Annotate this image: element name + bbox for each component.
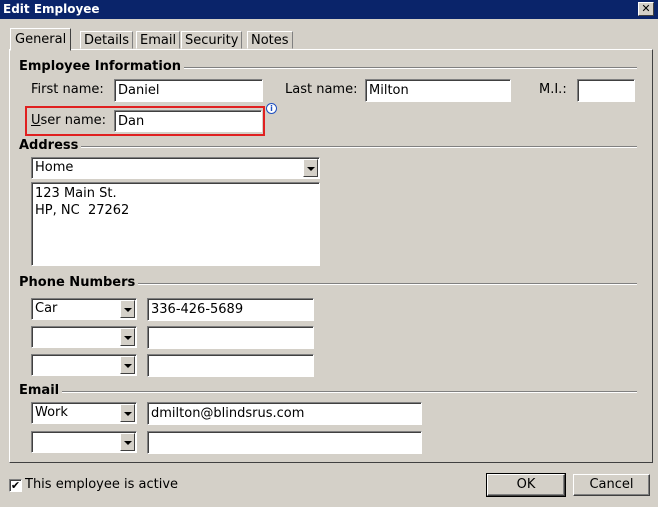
group-divider [19,146,637,148]
chevron-down-icon[interactable] [120,300,135,318]
address-type-value: Home [35,160,74,175]
last-name-label: Last name: [285,82,358,97]
checkmark-icon: ✔ [10,479,21,492]
chevron-down-icon[interactable] [120,328,135,346]
tab-details[interactable]: Details [80,31,134,49]
email-address-field-2[interactable] [147,431,422,454]
user-name-label-accesskey: U [31,113,41,128]
mi-label: M.I.: [539,82,567,97]
cancel-button[interactable]: Cancel [573,474,650,496]
user-name-field[interactable]: Dan [114,110,262,132]
address-textarea[interactable]: 123 Main St. HP, NC 27262 [31,182,320,266]
address-type-select[interactable]: Home [31,157,320,179]
mi-field[interactable] [577,79,635,102]
phone-number-field-3[interactable] [147,354,314,377]
close-icon: ✕ [641,2,651,15]
chevron-down-icon[interactable] [120,404,135,422]
phone-number-field-1[interactable]: 336-426-5689 [147,298,314,321]
user-name-label: User name: [31,113,106,128]
group-divider [19,391,637,393]
first-name-field[interactable]: Daniel [114,79,263,102]
phone-type-select-2[interactable] [31,326,137,348]
close-button[interactable]: ✕ [638,2,654,16]
title-bar: Edit Employee ✕ [0,0,658,19]
phone-type-select-1[interactable]: Car [31,298,137,320]
chevron-down-icon[interactable] [303,159,318,177]
address-heading: Address [19,138,82,153]
ok-button[interactable]: OK [486,473,566,497]
info-icon[interactable]: i [266,103,277,114]
employee-info-heading: Employee Information [19,59,185,74]
chevron-down-icon[interactable] [120,433,135,451]
last-name-field[interactable]: Milton [365,79,511,102]
tab-general[interactable]: General [10,28,72,51]
tab-email[interactable]: Email [136,31,181,49]
email-type-select-2[interactable] [31,431,137,453]
phone-type-value: Car [35,301,58,316]
active-checkbox[interactable]: ✔ [9,479,22,492]
tab-notes[interactable]: Notes [247,31,293,49]
window-title: Edit Employee [3,2,100,16]
first-name-label: First name: [31,82,104,97]
email-type-select-1[interactable]: Work [31,402,137,424]
user-name-label-text: ser name: [40,113,107,128]
phone-type-select-3[interactable] [31,354,137,376]
chevron-down-icon[interactable] [120,356,135,374]
active-label: This employee is active [25,477,179,492]
email-type-value: Work [35,405,68,420]
email-address-field-1[interactable]: dmilton@blindsrus.com [147,402,422,425]
phone-numbers-heading: Phone Numbers [19,275,139,290]
phone-number-field-2[interactable] [147,326,314,349]
email-heading: Email [19,383,63,398]
tab-security[interactable]: Security [181,31,243,49]
